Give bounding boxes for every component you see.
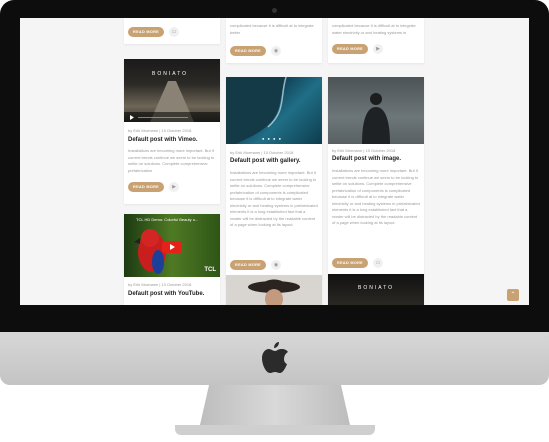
- post-card-video: BONIATO: [328, 274, 424, 305]
- post-title[interactable]: Default post with Vimeo.: [128, 137, 198, 143]
- post-title[interactable]: Default post with gallery.: [230, 158, 301, 164]
- post-card: READ MORE ▭: [124, 18, 220, 44]
- coast-thumbnail: [226, 77, 287, 144]
- read-more-button[interactable]: READ MORE: [230, 46, 266, 56]
- post-meta: by Erik Mormann | 10 October 2018: [128, 282, 192, 287]
- post-meta: by Erik Mormann | 10 October 2018: [332, 148, 396, 153]
- post-title[interactable]: Default post with YouTube.: [128, 291, 204, 297]
- video-icon: ▶: [169, 182, 179, 192]
- post-card-youtube: TCL HD Demo: Colorful Beauty o... TCL by…: [124, 214, 220, 305]
- monitor-stand: [200, 385, 350, 425]
- gallery-icon: ▭: [169, 27, 179, 37]
- post-meta: by Erik Mormann | 10 October 2018: [128, 128, 192, 133]
- camera-icon: [272, 8, 277, 13]
- vimeo-video-player[interactable]: BONIATO: [124, 59, 220, 122]
- post-card-gallery: ● ● ● ● by Erik Mormann | 10 October 201…: [226, 77, 322, 280]
- post-excerpt: Installations are becoming more importan…: [128, 148, 215, 173]
- imac-frame: READ MORE ▭ complicated because it is di…: [0, 0, 549, 442]
- youtube-video-player[interactable]: TCL HD Demo: Colorful Beauty o... TCL: [124, 214, 220, 277]
- post-card: complicated because it is difficult at t…: [328, 18, 424, 63]
- post-card-portrait: [226, 275, 322, 305]
- post-excerpt: complicated because it is difficult at t…: [332, 23, 416, 35]
- monitor-base: [175, 425, 375, 435]
- post-excerpt: Installations are becoming more importan…: [332, 168, 420, 225]
- blog-screen: READ MORE ▭ complicated because it is di…: [20, 18, 529, 305]
- tcl-logo: TCL: [204, 267, 216, 273]
- video-title: BONIATO: [358, 285, 395, 291]
- post-card-vimeo: BONIATO by Erik Mormann | 10 October 201…: [124, 59, 220, 204]
- camera-icon: ◉: [271, 260, 281, 270]
- apple-logo-icon: [262, 342, 288, 373]
- read-more-button[interactable]: READ MORE: [230, 260, 266, 270]
- person-thumbnail: [362, 93, 390, 144]
- arrow-up-icon[interactable]: ⌃: [507, 289, 519, 301]
- read-more-button[interactable]: READ MORE: [332, 258, 368, 268]
- post-image[interactable]: [328, 77, 424, 144]
- video-player[interactable]: BONIATO: [328, 274, 424, 305]
- read-more-button[interactable]: READ MORE: [128, 27, 164, 37]
- post-title[interactable]: Default post with image.: [332, 156, 401, 162]
- image-icon: ▭: [373, 258, 383, 268]
- post-card-image: by Erik Mormann | 10 October 2018 Defaul…: [328, 77, 424, 277]
- post-card: complicated because it is difficult at t…: [226, 18, 322, 63]
- slider-dots[interactable]: ● ● ● ●: [262, 136, 282, 141]
- read-more-button[interactable]: READ MORE: [128, 182, 164, 192]
- video-icon: ▶: [373, 44, 383, 54]
- video-title: BONIATO: [152, 71, 189, 77]
- road-thumbnail: [124, 81, 220, 122]
- post-meta: by Erik Mormann | 10 October 2018: [230, 150, 294, 155]
- post-excerpt: Installations are becoming more importan…: [230, 170, 318, 227]
- post-excerpt: complicated because it is difficult at t…: [230, 23, 314, 35]
- camera-icon: ◉: [271, 46, 281, 56]
- read-more-button[interactable]: READ MORE: [332, 44, 368, 54]
- video-title: TCL HD Demo: Colorful Beauty o...: [136, 217, 199, 222]
- post-image[interactable]: [226, 275, 322, 305]
- gallery-slider[interactable]: ● ● ● ●: [226, 77, 322, 144]
- portrait-thumbnail: [248, 279, 300, 305]
